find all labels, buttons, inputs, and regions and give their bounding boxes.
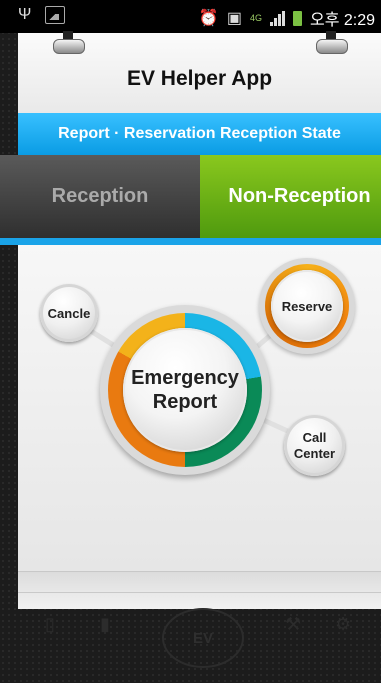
settings-dock-icon: ⚙ bbox=[335, 614, 352, 634]
status-time: 오후 2:29 bbox=[309, 12, 375, 29]
call-label-line2: Center bbox=[293, 445, 336, 461]
reserve-ring: Reserve bbox=[259, 258, 355, 354]
cancel-button[interactable]: Cancle bbox=[40, 284, 98, 342]
battery-icon bbox=[292, 10, 302, 26]
wrench-icon: ⚒ bbox=[285, 614, 302, 634]
alarm-icon: ⏰ bbox=[198, 10, 219, 27]
wifi-direct-icon: ▣ bbox=[226, 10, 242, 27]
app-card: EV Helper App Report · Reservation Recep… bbox=[0, 31, 381, 609]
ev-badge: EV bbox=[162, 608, 244, 668]
signal-icon bbox=[269, 10, 285, 26]
ev-badge-label: EV bbox=[192, 629, 213, 647]
emergency-label-line1: Emergency bbox=[131, 367, 239, 389]
call-label-line1: Call bbox=[302, 429, 327, 445]
usb-icon: Ψ bbox=[18, 6, 32, 23]
footer-dock: ▯ ▮ EV ⚒ ⚙ bbox=[0, 608, 381, 683]
gallery-icon bbox=[45, 6, 66, 24]
call-center-button[interactable]: Call Center bbox=[284, 415, 345, 476]
reserve-button[interactable]: Reserve bbox=[271, 270, 343, 342]
emergency-ring: Emergency Report bbox=[100, 305, 270, 475]
plug-icon: ▯ bbox=[45, 614, 55, 634]
reserve-label: Reserve bbox=[281, 298, 333, 314]
status-bar: Ψ ⏰ ▣ 4G 오후 2:29 bbox=[0, 0, 381, 33]
cancel-label: Cancle bbox=[47, 305, 91, 321]
bottom-strip bbox=[18, 571, 381, 609]
emergency-label-line2: Report bbox=[152, 391, 218, 413]
battery-dock-icon: ▮ bbox=[100, 614, 110, 634]
emergency-report-button[interactable]: Emergency Report bbox=[123, 328, 247, 452]
lte-icon: 4G bbox=[249, 12, 262, 23]
